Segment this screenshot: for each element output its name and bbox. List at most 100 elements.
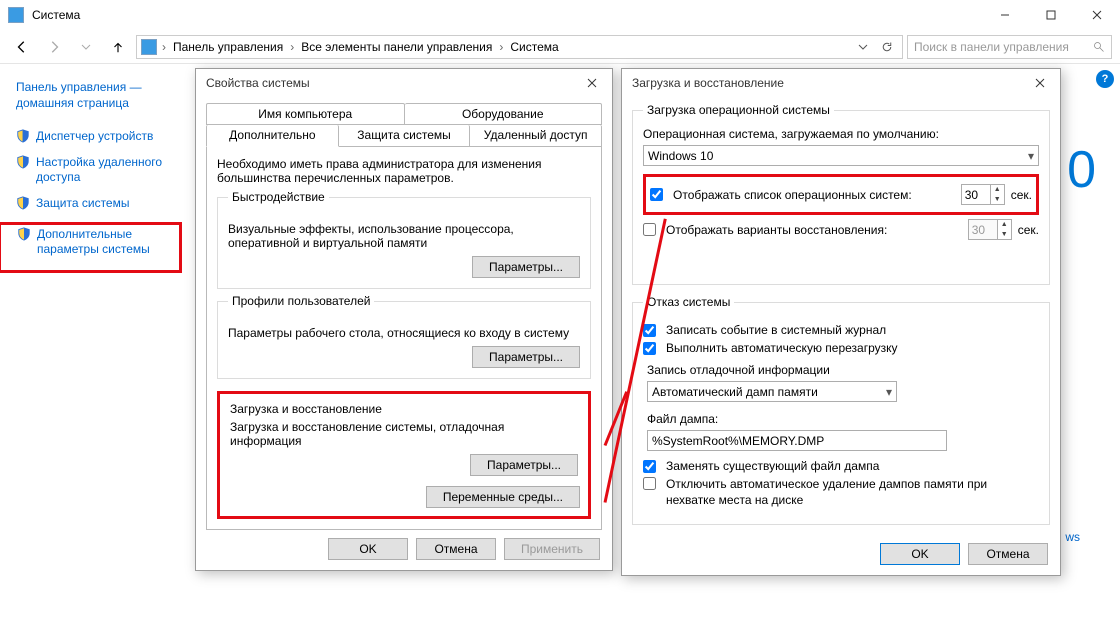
profiles-text: Параметры рабочего стола, относящиеся ко…: [228, 326, 580, 340]
overwrite-dump-checkbox[interactable]: [643, 460, 656, 473]
show-recovery-label: Отображать варианты восстановления:: [666, 223, 962, 237]
shield-icon: [17, 227, 31, 241]
auto-restart-label: Выполнить автоматическую перезагрузку: [666, 341, 898, 355]
startup-group-highlight: Загрузка и восстановление Загрузка и вос…: [217, 391, 591, 519]
admin-note: Необходимо иметь права администратора дл…: [217, 157, 591, 185]
log-event-checkbox[interactable]: [643, 324, 656, 337]
show-recovery-checkbox[interactable]: [643, 223, 656, 236]
shield-icon: [16, 155, 30, 169]
breadcrumb[interactable]: Панель управления: [171, 38, 285, 56]
dump-file-value: %SystemRoot%\MEMORY.DMP: [652, 434, 824, 448]
profiles-settings-button[interactable]: Параметры...: [472, 346, 580, 368]
side-nav: Панель управления — домашняя страница Ди…: [0, 64, 190, 634]
system-failure-legend: Отказ системы: [643, 295, 734, 309]
refresh-icon[interactable]: [876, 36, 898, 58]
search-input[interactable]: Поиск в панели управления: [907, 35, 1112, 59]
address-sep: ›: [159, 40, 169, 54]
cancel-button[interactable]: Отмена: [416, 538, 496, 560]
dump-file-label: Файл дампа:: [647, 412, 1039, 426]
address-bar[interactable]: › Панель управления › Все элементы панел…: [136, 35, 903, 59]
env-vars-button[interactable]: Переменные среды...: [426, 486, 580, 508]
performance-legend: Быстродействие: [228, 190, 329, 204]
tab-system-protection[interactable]: Защита системы: [339, 125, 471, 146]
sidebar-item-advanced-highlight: Дополнительные параметры системы: [0, 222, 182, 273]
dump-file-input[interactable]: %SystemRoot%\MEMORY.DMP: [647, 430, 947, 451]
profiles-group: Профили пользователей Параметры рабочего…: [217, 301, 591, 379]
chevron-down-icon: ▾: [886, 385, 892, 399]
spin-up-icon: ▲: [998, 220, 1011, 230]
profiles-legend: Профили пользователей: [228, 294, 374, 308]
disable-autodel-checkbox[interactable]: [643, 477, 656, 490]
close-icon[interactable]: [1028, 71, 1052, 95]
overwrite-dump-label: Заменять существующий файл дампа: [666, 459, 879, 473]
address-icon: [141, 39, 157, 55]
tab-remote[interactable]: Удаленный доступ: [470, 125, 602, 146]
ok-button[interactable]: OK: [328, 538, 408, 560]
show-os-list-highlight: Отображать список операционных систем: ▲…: [643, 174, 1039, 215]
nav-history-icon[interactable]: [72, 33, 100, 61]
system-window-icon: [8, 7, 24, 23]
disable-autodel-label: Отключить автоматическое удаление дампов…: [666, 477, 1039, 508]
apply-button[interactable]: Применить: [504, 538, 600, 560]
performance-group: Быстродействие Визуальные эффекты, испол…: [217, 197, 591, 289]
sidebar-item-system-protection[interactable]: Защита системы: [36, 196, 129, 212]
chevron-down-icon: ▾: [1028, 149, 1034, 163]
nav-back-icon[interactable]: [8, 33, 36, 61]
startup-text: Загрузка и восстановление системы, отлад…: [230, 420, 578, 448]
dump-type-select[interactable]: Автоматический дамп памяти ▾: [647, 381, 897, 402]
show-recovery-seconds-input: [969, 220, 997, 239]
shield-icon: [16, 129, 30, 143]
maximize-button[interactable]: [1028, 0, 1074, 30]
window-titlebar: Система: [0, 0, 1120, 30]
dialog-title: Загрузка и восстановление: [632, 76, 784, 90]
log-event-label: Записать событие в системный журнал: [666, 323, 886, 337]
close-button[interactable]: [1074, 0, 1120, 30]
window-title: Система: [32, 8, 80, 22]
system-startup-fieldset: Загрузка операционной системы Операционн…: [632, 103, 1050, 285]
shield-icon: [16, 196, 30, 210]
nav-up-icon[interactable]: [104, 33, 132, 61]
sidebar-item-remote-settings[interactable]: Настройка удаленного доступа: [36, 155, 182, 186]
sidebar-item-advanced-settings[interactable]: Дополнительные параметры системы: [37, 227, 177, 258]
show-recovery-seconds: ▲▼: [968, 219, 1012, 240]
spin-down-icon[interactable]: ▼: [991, 195, 1004, 205]
show-os-list-label: Отображать список операционных систем:: [673, 188, 955, 202]
control-panel-home-link[interactable]: Панель управления — домашняя страница: [16, 80, 182, 111]
sidebar-item-device-manager[interactable]: Диспетчер устройств: [36, 129, 153, 145]
tab-hardware[interactable]: Оборудование: [405, 103, 603, 125]
spin-up-icon[interactable]: ▲: [991, 185, 1004, 195]
cancel-button[interactable]: Отмена: [968, 543, 1048, 565]
tab-advanced[interactable]: Дополнительно: [206, 125, 339, 147]
performance-text: Визуальные эффекты, использование процес…: [228, 222, 580, 250]
system-startup-legend: Загрузка операционной системы: [643, 103, 834, 117]
system-properties-dialog: Свойства системы Имя компьютера Оборудов…: [195, 68, 613, 571]
dump-type-value: Автоматический дамп памяти: [652, 385, 818, 399]
auto-restart-checkbox[interactable]: [643, 342, 656, 355]
show-os-list-seconds[interactable]: ▲▼: [961, 184, 1005, 205]
tab-computer-name[interactable]: Имя компьютера: [206, 103, 405, 125]
search-icon: [1093, 41, 1105, 53]
startup-recovery-dialog: Загрузка и восстановление Загрузка опера…: [621, 68, 1061, 576]
ok-button[interactable]: OK: [880, 543, 960, 565]
dialog-title: Свойства системы: [206, 76, 310, 90]
minimize-button[interactable]: [982, 0, 1028, 30]
search-placeholder: Поиск в панели управления: [914, 40, 1069, 54]
default-os-select[interactable]: Windows 10 ▾: [643, 145, 1039, 166]
system-failure-fieldset: Отказ системы Записать событие в системн…: [632, 295, 1050, 525]
sec-label: сек.: [1018, 223, 1039, 237]
breadcrumb[interactable]: Система: [508, 38, 560, 56]
sec-label: сек.: [1011, 188, 1032, 202]
nav-row: › Панель управления › Все элементы панел…: [0, 30, 1120, 64]
default-os-label: Операционная система, загружаемая по умо…: [643, 127, 1039, 141]
close-icon[interactable]: [580, 71, 604, 95]
startup-settings-button[interactable]: Параметры...: [470, 454, 578, 476]
show-os-list-seconds-input[interactable]: [962, 185, 990, 204]
nav-forward-icon[interactable]: [40, 33, 68, 61]
show-os-list-checkbox[interactable]: [650, 188, 663, 201]
default-os-value: Windows 10: [648, 149, 713, 163]
breadcrumb[interactable]: Все элементы панели управления: [299, 38, 494, 56]
spin-down-icon: ▼: [998, 230, 1011, 240]
dump-info-label: Запись отладочной информации: [647, 363, 1039, 377]
address-dropdown-icon[interactable]: [852, 36, 874, 58]
performance-settings-button[interactable]: Параметры...: [472, 256, 580, 278]
